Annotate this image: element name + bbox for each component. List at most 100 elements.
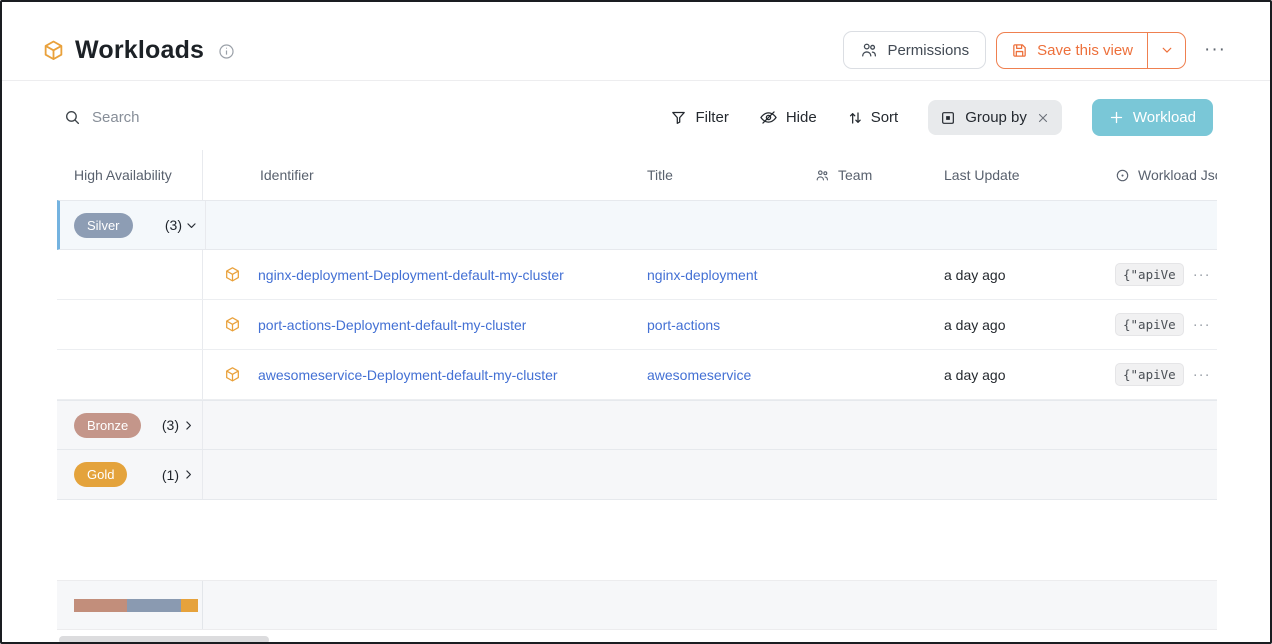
badge-bronze: Bronze <box>74 413 141 438</box>
header-actions: Permissions Save this view ··· <box>843 31 1228 69</box>
group-by-icon <box>940 110 956 126</box>
filter-button[interactable]: Filter <box>670 109 728 126</box>
table-row[interactable]: awesomeservice-Deployment-default-my-clu… <box>57 350 1217 400</box>
column-header-team[interactable]: Team <box>807 167 932 183</box>
table-empty-space <box>57 500 1217 580</box>
group-row-silver[interactable]: Silver (3) <box>57 200 1217 250</box>
workloads-table: High Availability Identifier Title Team … <box>57 150 1217 630</box>
workload-cube-icon <box>224 316 241 333</box>
row-menu-button[interactable]: ··· <box>1193 266 1211 283</box>
row-ha-cell <box>57 350 203 399</box>
identifier-link[interactable]: port-actions-Deployment-default-my-clust… <box>258 317 526 333</box>
save-icon <box>1011 42 1028 59</box>
info-icon[interactable] <box>218 43 235 60</box>
title-link[interactable]: port-actions <box>647 317 720 333</box>
row-ha-cell <box>57 300 203 349</box>
toolbar-actions: Filter Hide Sort Group by <box>670 99 1213 136</box>
add-workload-label: Workload <box>1133 109 1196 126</box>
row-identifier-cell: nginx-deployment-Deployment-default-my-c… <box>203 266 639 283</box>
title-link[interactable]: awesomeservice <box>647 367 751 383</box>
chevron-right-icon[interactable] <box>182 419 195 432</box>
row-title-cell: awesomeservice <box>639 367 807 383</box>
group-by-clear-icon[interactable] <box>1036 111 1050 125</box>
table-header-row: High Availability Identifier Title Team … <box>57 150 1217 200</box>
workload-cube-icon <box>224 266 241 283</box>
team-icon <box>815 168 830 183</box>
save-view-dropdown-button[interactable] <box>1147 33 1185 68</box>
sort-button[interactable]: Sort <box>847 109 899 126</box>
group-count-bronze: (3) <box>162 417 195 433</box>
footer-ha-cell <box>57 581 203 629</box>
table-row[interactable]: port-actions-Deployment-default-my-clust… <box>57 300 1217 350</box>
plus-icon <box>1109 110 1124 125</box>
row-identifier-cell: awesomeservice-Deployment-default-my-clu… <box>203 366 639 383</box>
add-workload-button[interactable]: Workload <box>1092 99 1213 136</box>
row-workload-json-cell: {"apiVe ··· <box>1107 313 1217 336</box>
group-count-silver: (3) <box>165 217 198 233</box>
save-view-label: Save this view <box>1037 42 1133 59</box>
group-cell-bronze: Bronze (3) <box>57 401 203 449</box>
filter-label: Filter <box>695 109 728 126</box>
save-view-button[interactable]: Save this view <box>997 33 1147 68</box>
page-header: Workloads Permissions Save this view <box>2 2 1270 81</box>
page-title-group: Workloads <box>42 36 235 65</box>
horizontal-scrollbar[interactable] <box>57 636 1215 644</box>
app-window: Workloads Permissions Save this view <box>0 0 1272 644</box>
row-menu-button[interactable]: ··· <box>1193 366 1211 383</box>
json-chip[interactable]: {"apiVe <box>1115 313 1184 336</box>
bar-segment-bronze <box>74 599 127 612</box>
row-title-cell: nginx-deployment <box>639 267 807 283</box>
chevron-down-icon <box>1160 43 1174 57</box>
scrollbar-thumb[interactable] <box>59 636 269 644</box>
table-row[interactable]: nginx-deployment-Deployment-default-my-c… <box>57 250 1217 300</box>
permissions-label: Permissions <box>887 42 969 59</box>
column-header-last-update[interactable]: Last Update <box>932 167 1107 183</box>
row-workload-json-cell: {"apiVe ··· <box>1107 363 1217 386</box>
bar-segment-gold <box>181 599 198 612</box>
badge-silver: Silver <box>74 213 133 238</box>
row-last-update-cell: a day ago <box>932 367 1107 383</box>
search-input[interactable] <box>92 109 432 126</box>
identifier-link[interactable]: nginx-deployment-Deployment-default-my-c… <box>258 267 564 283</box>
column-header-high-availability[interactable]: High Availability <box>57 150 203 200</box>
filter-icon <box>670 109 687 126</box>
title-link[interactable]: nginx-deployment <box>647 267 758 283</box>
row-last-update-cell: a day ago <box>932 317 1107 333</box>
column-header-identifier[interactable]: Identifier <box>203 167 639 183</box>
people-icon <box>860 41 878 59</box>
circle-dot-icon <box>1115 168 1130 183</box>
group-cell-gold: Gold (1) <box>57 450 203 499</box>
workload-cube-icon <box>224 366 241 383</box>
hide-button[interactable]: Hide <box>759 108 817 127</box>
group-count-gold: (1) <box>162 467 195 483</box>
bar-segment-silver <box>127 599 181 612</box>
sort-arrows-icon <box>847 110 863 126</box>
chevron-down-icon[interactable] <box>185 219 198 232</box>
group-by-label: Group by <box>965 109 1027 126</box>
group-row-bronze[interactable]: Bronze (3) <box>57 400 1217 450</box>
badge-gold: Gold <box>74 462 127 487</box>
eye-off-icon <box>759 108 778 127</box>
chevron-right-icon[interactable] <box>182 468 195 481</box>
row-title-cell: port-actions <box>639 317 807 333</box>
workload-cube-icon <box>42 39 65 62</box>
table-footer-row <box>57 580 1217 630</box>
row-workload-json-cell: {"apiVe ··· <box>1107 263 1217 286</box>
row-identifier-cell: port-actions-Deployment-default-my-clust… <box>203 316 639 333</box>
page-more-menu-button[interactable]: ··· <box>1202 35 1228 65</box>
group-row-gold[interactable]: Gold (1) <box>57 450 1217 500</box>
row-menu-button[interactable]: ··· <box>1193 316 1211 333</box>
ha-distribution-bar <box>74 599 198 612</box>
column-header-title[interactable]: Title <box>639 167 807 183</box>
identifier-link[interactable]: awesomeservice-Deployment-default-my-clu… <box>258 367 558 383</box>
toolbar: Filter Hide Sort Group by <box>2 81 1270 150</box>
group-cell-silver: Silver (3) <box>60 201 206 249</box>
json-chip[interactable]: {"apiVe <box>1115 363 1184 386</box>
save-view-split-button: Save this view <box>996 32 1186 69</box>
permissions-button[interactable]: Permissions <box>843 31 986 69</box>
search-box <box>64 109 432 126</box>
json-chip[interactable]: {"apiVe <box>1115 263 1184 286</box>
column-header-workload-json[interactable]: Workload Json <box>1107 167 1217 183</box>
page-title: Workloads <box>75 36 204 65</box>
group-by-chip[interactable]: Group by <box>928 100 1062 135</box>
